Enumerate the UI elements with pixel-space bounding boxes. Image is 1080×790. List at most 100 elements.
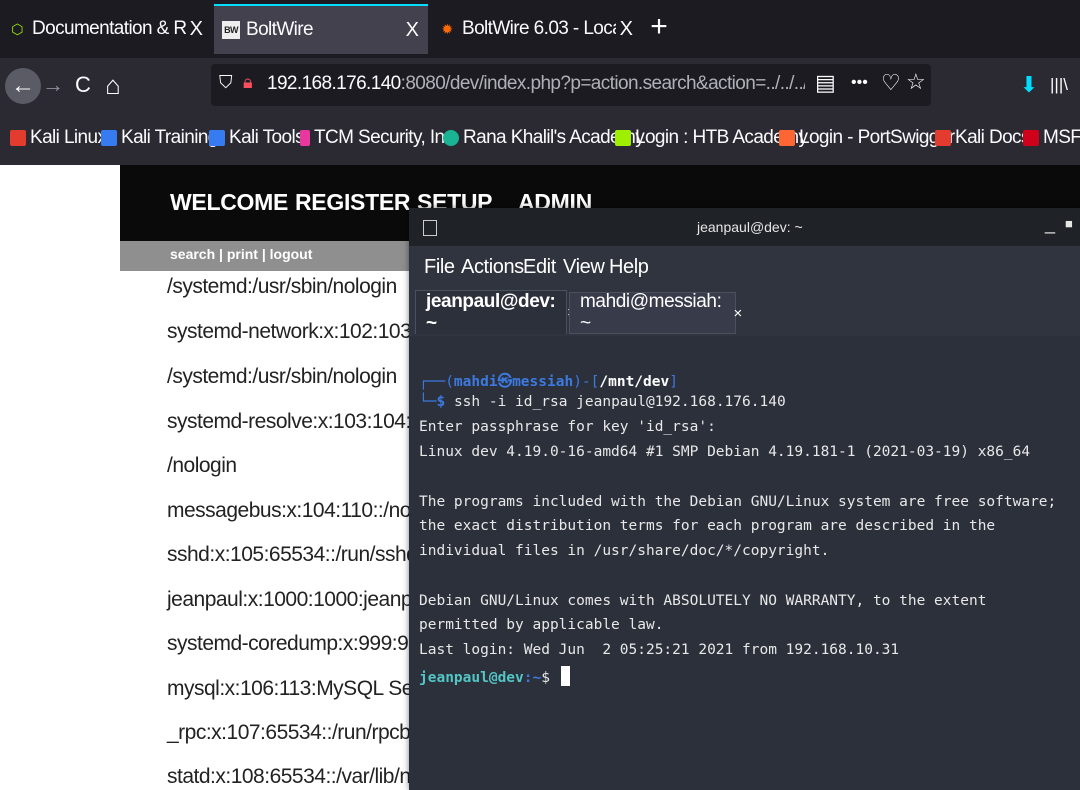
reload-button[interactable]: C	[68, 70, 98, 100]
forward-button[interactable]: →	[38, 70, 68, 100]
text-cursor	[560, 666, 570, 686]
url-host: 192.168.176.140	[267, 73, 401, 94]
bookmark-label: Kali Linux	[30, 127, 107, 148]
tab-title: BoltWire	[246, 19, 314, 40]
tab-documentation[interactable]: ⬡ Documentation & Report X	[0, 4, 212, 54]
tab-boltwire[interactable]: BW BoltWire X	[214, 4, 428, 54]
final-prompt-path: :~	[523, 670, 542, 686]
minimize-icon[interactable]: _	[1045, 214, 1055, 235]
browser-tab-bar: ⬡ Documentation & Report X BW BoltWire X…	[0, 0, 1080, 58]
hexagon-icon: ⬡	[11, 20, 23, 37]
new-tab-button[interactable]: +	[645, 10, 673, 44]
tab-boltwire-lfi[interactable]: ✹ BoltWire 6.03 - Local File X	[430, 4, 642, 54]
hexagon-icon	[615, 130, 631, 146]
bookmark-rana-khalil[interactable]: Rana Khalil's Academy	[443, 127, 645, 149]
bookmark-tcm-security[interactable]: TCM Security, Inc.	[300, 127, 459, 149]
terminal-window[interactable]: jeanpaul@dev: ~ _ ■ File Actions Edit Vi…	[409, 208, 1080, 790]
terminal-tabbar: jeanpaul@dev: ~ × mahdi@messiah: ~ ×	[409, 288, 1080, 336]
more-actions-icon[interactable]: •••	[851, 74, 868, 92]
bookmark-label: Kali Training	[121, 127, 218, 148]
final-prompt-symbol: $	[541, 670, 559, 686]
kali-dragon-icon	[209, 130, 225, 146]
output-line: Debian GNU/Linux comes with ABSOLUTELY N…	[419, 593, 987, 609]
bookmark-label: Kali Tools	[229, 127, 305, 148]
bookmark-star-icon[interactable]: ☆	[906, 69, 926, 95]
tab-title: BoltWire 6.03 - Local File	[462, 18, 616, 39]
pocket-icon[interactable]: ♡	[881, 70, 901, 96]
output-line: Enter passphrase for key 'id_rsa':	[419, 419, 716, 435]
close-icon[interactable]: ×	[733, 305, 742, 322]
site-subnav: search | print | logout	[120, 241, 420, 271]
tab-title: Documentation & Report	[32, 18, 186, 39]
prompt-line: ┌──(mahdi㉿messiah)-[/mnt/dev]	[419, 374, 678, 390]
output-line: individual files in /usr/share/doc/*/cop…	[419, 543, 830, 559]
menu-edit[interactable]: Edit	[523, 256, 556, 279]
boltwire-logo-icon: BW	[222, 21, 240, 39]
reader-view-icon[interactable]: ▤	[815, 70, 836, 96]
terminal-tab-label: mahdi@messiah: ~	[580, 291, 722, 334]
output-line: Linux dev 4.19.0-16-amd64 #1 SMP Debian …	[419, 444, 1031, 460]
terminal-app-icon	[423, 220, 437, 236]
bookmark-label: TCM Security, Inc.	[314, 127, 459, 148]
nav-register[interactable]: REGISTER	[295, 189, 410, 216]
url-text[interactable]: 192.168.176.140:8080/dev/index.php?p=act…	[267, 73, 805, 95]
academy-logo-icon	[443, 130, 459, 146]
prompt-at: ㉿	[497, 374, 513, 390]
bookmark-label: Login - PortSwigger	[799, 127, 955, 148]
bookmark-kali-docs[interactable]: Kali Docs	[935, 127, 1030, 149]
output-line: The programs included with the Debian GN…	[419, 494, 1057, 510]
output-line: permitted by applicable law.	[419, 617, 664, 633]
kali-dragon-icon	[101, 130, 117, 146]
passwd-line: /systemd:/usr/sbin/nologin	[167, 275, 397, 298]
back-button[interactable]: ←	[5, 68, 41, 104]
prompt-host: messiah	[512, 374, 574, 390]
terminal-title: jeanpaul@dev: ~	[697, 219, 803, 235]
command-line: └─$ ssh -i id_rsa jeanpaul@192.168.176.1…	[419, 394, 786, 410]
shield-icon[interactable]: ⛉	[219, 72, 233, 93]
menu-actions[interactable]: Actions	[461, 256, 524, 279]
passwd-line: /nologin	[167, 454, 237, 477]
close-icon[interactable]: X	[402, 19, 422, 42]
subnav-links[interactable]: search | print | logout	[170, 246, 312, 262]
url-bar[interactable]: ⛉ 🔒︎ 192.168.176.140:8080/dev/index.php?…	[211, 64, 931, 106]
terminal-tab-label: jeanpaul@dev: ~	[426, 290, 556, 334]
bookmark-label: MSFU	[1043, 127, 1080, 148]
bookmark-label: Kali Docs	[955, 127, 1030, 148]
insecure-lock-icon[interactable]: 🔒︎	[243, 72, 253, 93]
terminal-tab-jeanpaul[interactable]: jeanpaul@dev: ~ ×	[415, 290, 576, 334]
bookmark-kali-training[interactable]: Kali Training	[101, 127, 218, 149]
portswigger-icon	[779, 130, 795, 146]
bookmarks-toolbar: Kali Linux Kali Training Kali Tools TCM …	[0, 115, 1080, 165]
maximize-icon[interactable]: ■	[1065, 216, 1073, 231]
passwd-line: /systemd:/usr/sbin/nologin	[167, 365, 397, 388]
bookmark-msfu[interactable]: MSFU	[1023, 127, 1080, 149]
home-button[interactable]: ⌂	[98, 70, 128, 100]
library-icon[interactable]: |||\	[1044, 70, 1074, 100]
output-line: Last login: Wed Jun 2 05:25:21 2021 from…	[419, 642, 900, 658]
menu-help[interactable]: Help	[609, 256, 649, 279]
navigation-toolbar: ← → C ⌂ ⛉ 🔒︎ 192.168.176.140:8080/dev/in…	[0, 58, 1080, 115]
final-prompt-line: jeanpaul@dev:~$	[419, 666, 570, 686]
close-icon[interactable]: X	[616, 18, 636, 41]
bookmark-portswigger[interactable]: Login - PortSwigger	[779, 127, 955, 149]
output-line: the exact distribution terms for each pr…	[419, 518, 996, 534]
msfu-icon	[1023, 130, 1039, 146]
prompt-path: /mnt/dev	[599, 374, 670, 390]
kali-dragon-icon	[10, 130, 26, 146]
kali-docs-icon	[935, 130, 951, 146]
terminal-menubar: File Actions Edit View Help	[409, 246, 1080, 288]
bookmark-kali-linux[interactable]: Kali Linux	[10, 127, 107, 149]
tcm-logo-icon	[300, 130, 310, 146]
terminal-output[interactable]: ┌──(mahdi㉿messiah)-[/mnt/dev] └─$ ssh -i…	[409, 336, 1080, 790]
final-prompt-userhost: jeanpaul@dev	[419, 670, 524, 686]
menu-file[interactable]: File	[424, 256, 455, 279]
close-icon[interactable]: X	[186, 18, 206, 41]
prompt-user: mahdi	[453, 374, 498, 390]
command-text: ssh -i id_rsa jeanpaul@192.168.176.140	[453, 394, 786, 410]
bookmark-kali-tools[interactable]: Kali Tools	[209, 127, 305, 149]
menu-view[interactable]: View	[563, 256, 605, 279]
terminal-titlebar[interactable]: jeanpaul@dev: ~ _ ■	[409, 208, 1080, 246]
terminal-tab-mahdi[interactable]: mahdi@messiah: ~ ×	[569, 291, 742, 334]
nav-welcome[interactable]: WELCOME	[170, 189, 288, 216]
downloads-icon[interactable]: ⬇	[1014, 70, 1044, 100]
